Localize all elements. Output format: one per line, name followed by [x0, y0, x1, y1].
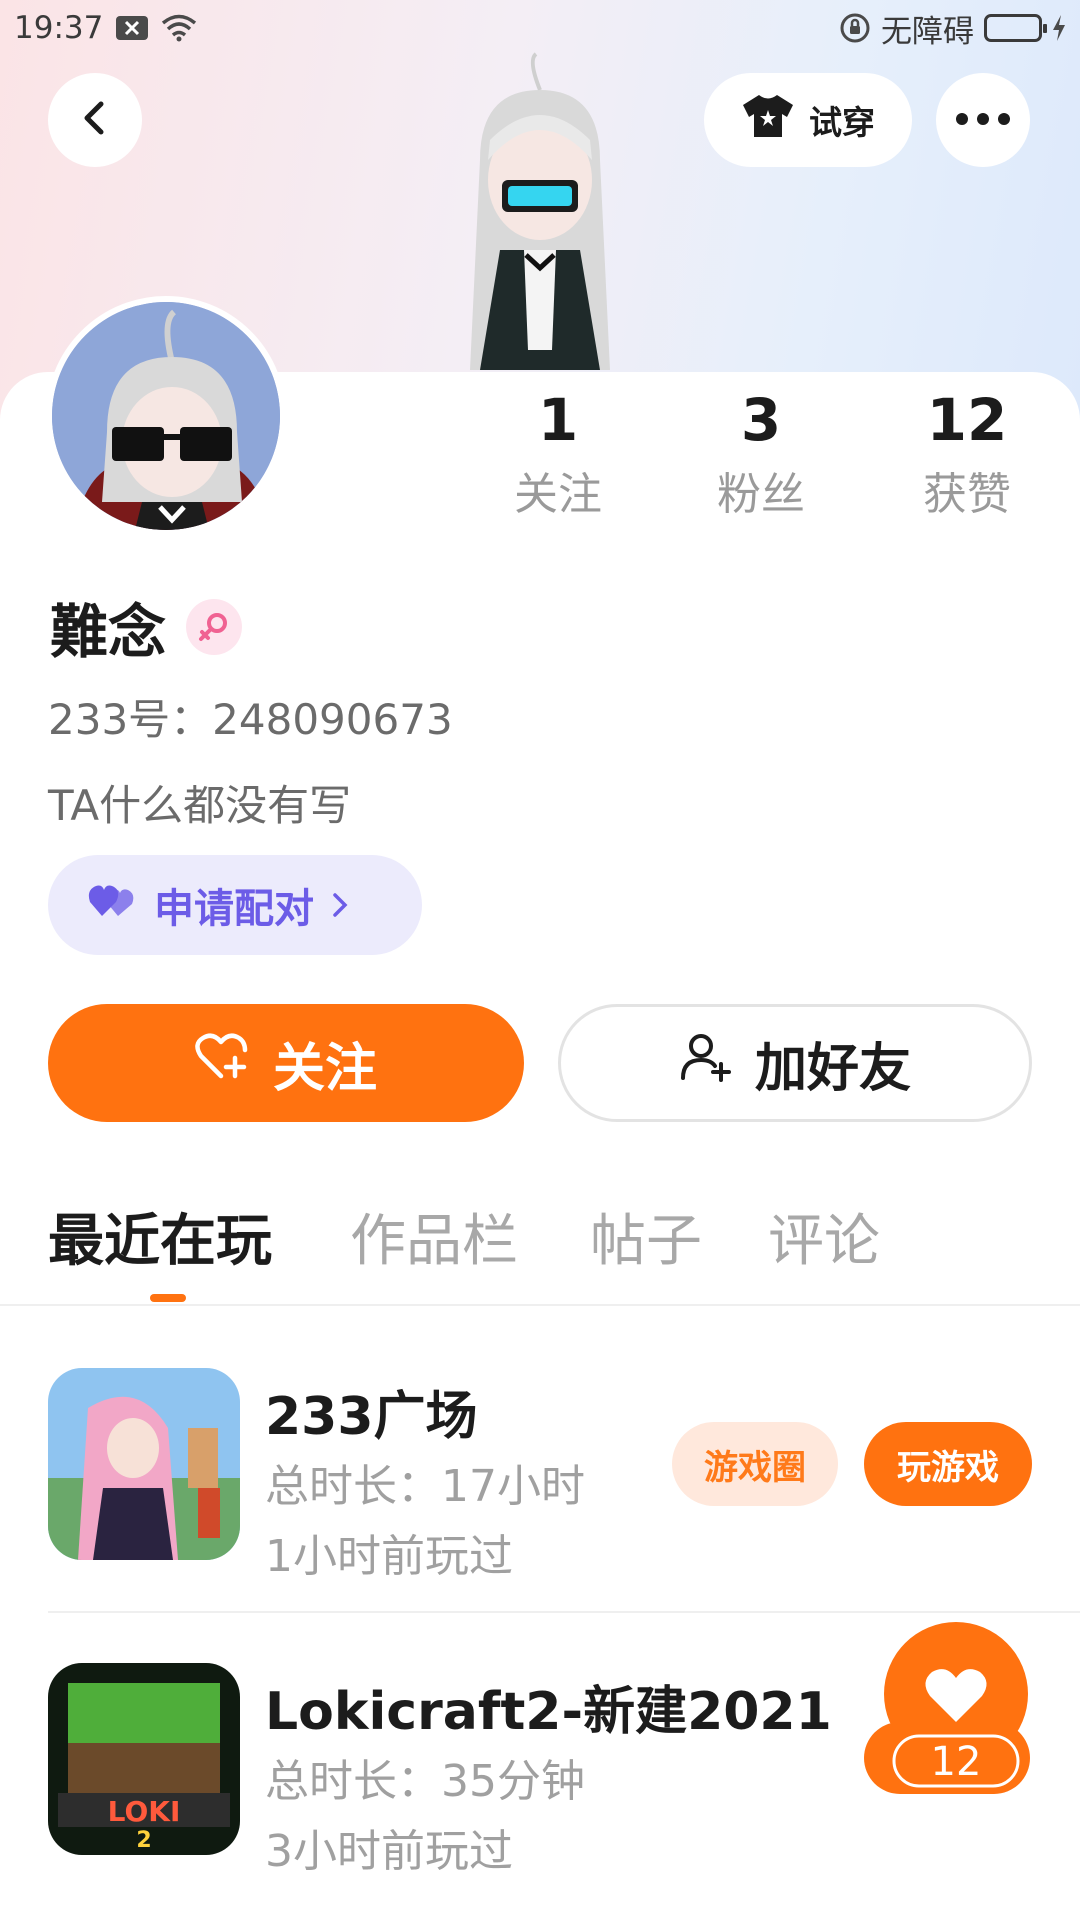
user-bio: TA什么都没有写	[48, 781, 352, 830]
stat-value: 1	[537, 386, 579, 454]
game-duration: 总时长：17小时	[265, 1461, 585, 1512]
game-last-played: 1小时前玩过	[265, 1531, 513, 1582]
notification-close-icon	[115, 15, 149, 41]
user-id: 233号：248090673	[48, 695, 453, 744]
stat-label: 关注	[514, 469, 602, 520]
wifi-icon	[161, 14, 197, 42]
pair-request-button[interactable]: 申请配对	[48, 855, 422, 955]
game-icon: LOKI 2	[48, 1663, 240, 1855]
add-friend-button[interactable]: 加好友	[558, 1004, 1032, 1122]
stat-following[interactable]: 1 关注	[473, 380, 643, 530]
status-bar: 19:37 无障碍	[0, 0, 1080, 56]
chevron-left-icon	[75, 98, 115, 142]
double-heart-icon	[88, 882, 136, 928]
add-friend-label: 加好友	[754, 1038, 911, 1099]
tab-recently-played[interactable]: 最近在玩	[48, 1196, 272, 1277]
more-dots-icon	[955, 111, 1011, 130]
tryon-label: 试穿	[809, 103, 875, 142]
charging-bolt-icon	[1052, 15, 1066, 41]
avatar[interactable]	[46, 296, 286, 536]
tshirt-icon	[741, 93, 795, 147]
battery-icon	[984, 14, 1047, 42]
follow-button[interactable]: 关注	[48, 1004, 524, 1122]
tab-active-indicator	[150, 1294, 186, 1302]
back-button[interactable]	[48, 73, 142, 167]
game-last-played: 3小时前玩过	[265, 1826, 513, 1877]
user-name: 難念	[50, 598, 167, 666]
name-row: 難念	[50, 585, 243, 669]
tab-comments[interactable]: 评论	[768, 1196, 880, 1277]
game-list-item[interactable]: 233广场 总时长：17小时 1小时前玩过 游戏圈 玩游戏	[0, 1368, 1080, 1648]
svg-text:LOKI: LOKI	[108, 1795, 181, 1828]
add-user-icon	[679, 1032, 733, 1095]
stat-value: 12	[926, 386, 1008, 454]
row-divider	[48, 1611, 1080, 1613]
tab-posts[interactable]: 帖子	[590, 1196, 702, 1277]
tryon-button[interactable]: 试穿	[704, 73, 912, 167]
accessibility-label: 无障碍	[881, 13, 974, 50]
svg-text:2: 2	[136, 1828, 151, 1853]
stat-label: 粉丝	[717, 469, 805, 520]
game-icon	[48, 1368, 240, 1560]
follow-label: 关注	[272, 1038, 377, 1099]
game-title: 233广场	[265, 1387, 478, 1447]
tab-works[interactable]: 作品栏	[350, 1196, 518, 1277]
profile-tabs: 最近在玩 作品栏 帖子 评论	[0, 1196, 1080, 1306]
game-title: Lokicraft2-新建2021	[265, 1682, 832, 1742]
game-duration: 总时长：35分钟	[265, 1756, 585, 1807]
female-gender-icon	[186, 599, 243, 655]
game-circle-button[interactable]: 游戏圈	[672, 1422, 838, 1506]
stat-followers[interactable]: 3 粉丝	[676, 380, 846, 530]
profile-page: 19:37 无障碍 试穿 1 关注 3 粉丝 12 获赞 難念 233号：248…	[0, 0, 1080, 1920]
more-button[interactable]	[936, 73, 1030, 167]
stat-likes[interactable]: 12 获赞	[882, 380, 1052, 530]
like-count: 12	[930, 1739, 982, 1785]
lock-rotation-icon	[839, 12, 871, 44]
stat-value: 3	[740, 386, 782, 454]
avatar-character-illustration	[440, 50, 640, 370]
chevron-right-icon	[332, 882, 348, 928]
pair-label: 申请配对	[154, 886, 314, 932]
play-game-button[interactable]: 玩游戏	[864, 1422, 1032, 1506]
like-floating-button[interactable]: 12	[862, 1622, 1032, 1802]
stat-label: 获赞	[923, 469, 1011, 520]
tabs-divider	[0, 1304, 1080, 1306]
heart-plus-icon	[195, 1032, 251, 1095]
status-time: 19:37	[14, 10, 104, 46]
